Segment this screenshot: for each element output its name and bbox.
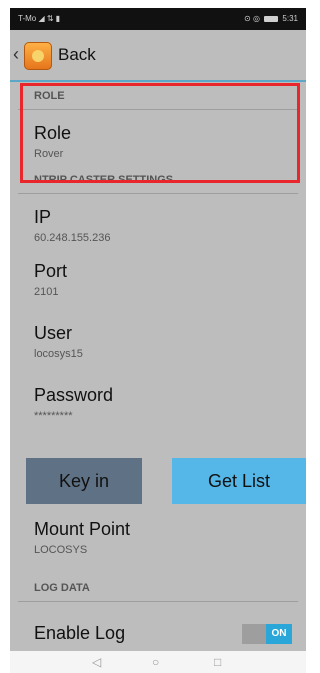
back-button[interactable]: Back [58,44,96,66]
section-header-role: ROLE [18,82,298,110]
nav-home-button[interactable]: ○ [152,654,159,670]
status-time: 5:31 [282,14,298,23]
signal-status: T-Mo ◢ ⇅ ▮ [18,14,61,23]
action-buttons: Key in Get List [10,458,306,506]
app-logo-icon[interactable] [24,42,52,70]
section-header-ntrip: NTRIP CASTER SETTINGS [18,166,298,194]
chevron-left-icon[interactable]: ‹ [13,44,19,64]
pref-item-role[interactable]: Role Rover [10,110,306,166]
phone-screen: T-Mo ◢ ⇅ ▮ ⊙ ◎ 5:31 ‹ Back ROLE Role Rov… [10,8,306,673]
navigation-bar: ◁ ○ □ [10,651,306,673]
pref-title: Password [34,385,114,405]
pref-title: Mount Point [34,519,131,539]
pref-item-user[interactable]: User locosys15 [10,318,306,380]
wifi-alarm-icons: ⊙ ◎ [244,14,260,23]
battery-icon [264,15,279,22]
pref-item-port[interactable]: Port 2101 [10,256,306,318]
key-in-button[interactable]: Key in [26,458,142,504]
get-list-button[interactable]: Get List [172,458,306,504]
app-bar: ‹ Back [10,30,306,82]
pref-summary: Rover [34,148,64,160]
nav-back-button[interactable]: ◁ [92,654,101,670]
pref-summary: ********* [34,410,73,422]
pref-title: User [34,323,73,343]
pref-title: Role [34,123,72,143]
status-right: ⊙ ◎ 5:31 [244,8,298,30]
pref-summary: LOCOSYS [34,544,88,556]
status-bar: T-Mo ◢ ⇅ ▮ ⊙ ◎ 5:31 [10,8,306,30]
pref-item-mount-point[interactable]: Mount Point LOCOSYS [10,518,306,564]
pref-item-ip[interactable]: IP 60.248.155.236 [10,194,306,256]
pref-item-enable-log[interactable]: Enable Log ON [10,622,306,652]
pref-title: IP [34,207,52,227]
preferences-list: ROLE Role Rover NTRIP CASTER SETTINGS IP… [10,82,306,440]
section-header-log: LOG DATA [18,574,298,602]
pref-summary: 60.248.155.236 [34,232,111,244]
pref-title: Port [34,261,68,281]
toggle-on-label: ON [266,624,292,644]
pref-item-password[interactable]: Password ********* [10,380,306,440]
pref-summary: locosys15 [34,348,83,360]
pref-summary: 2101 [34,286,59,298]
enable-log-toggle[interactable]: ON [242,624,292,644]
nav-recents-button[interactable]: □ [214,654,221,670]
